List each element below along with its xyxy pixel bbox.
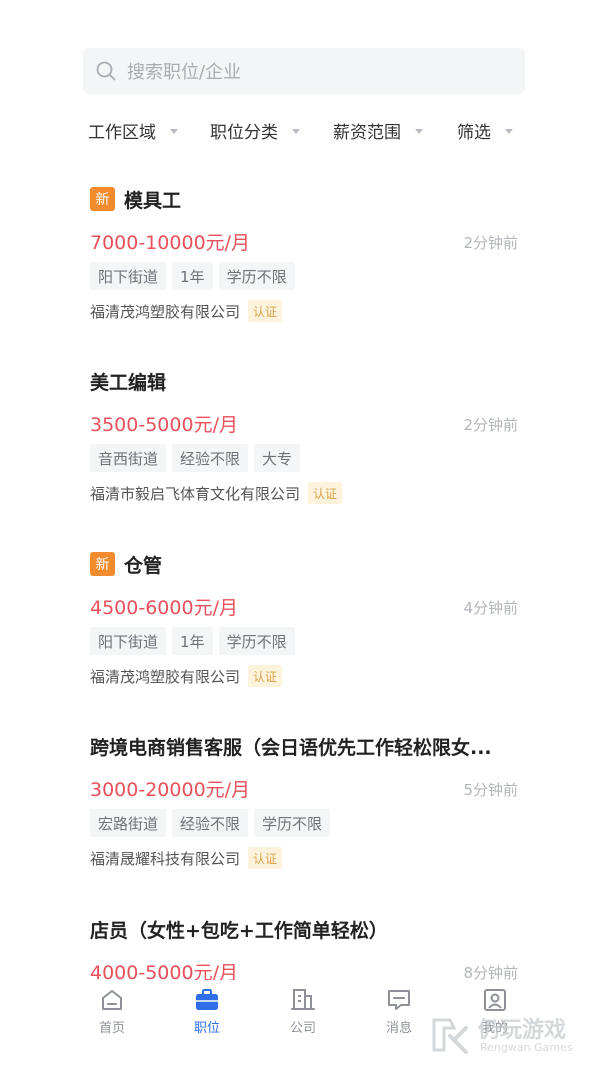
job-tag: 1年 — [172, 627, 213, 655]
job-title: 店员（女性+包吃+工作简单轻松） — [90, 919, 388, 942]
company-row: 福清茂鸿塑胶有限公司 认证 — [90, 300, 283, 322]
filter-category[interactable]: 职位分类 — [210, 118, 300, 143]
job-tag: 宏路街道 — [90, 809, 167, 837]
tab-messages[interactable]: 消息 — [369, 986, 429, 1036]
job-title-row: 新 模具工 — [90, 186, 181, 212]
job-tag: 学历不限 — [218, 262, 295, 290]
job-time: 4分钟前 — [463, 599, 518, 617]
tab-company[interactable]: 公司 — [273, 986, 333, 1036]
company-name: 福清晟耀科技有限公司 — [90, 849, 241, 868]
job-card[interactable]: 新 模具工 7000-10000元/月 2分钟前 阳下街道 1年 学历不限 福清… — [90, 186, 520, 336]
watermark-subtitle: Rengwan Games — [480, 1041, 573, 1054]
filter-label: 筛选 — [457, 123, 491, 143]
job-card[interactable]: 跨境电商销售客服（会日语优先工作轻松限女... 3000-20000元/月 5分… — [90, 733, 520, 883]
job-time: 5分钟前 — [463, 781, 518, 799]
company-name: 福清茂鸿塑胶有限公司 — [90, 667, 241, 686]
job-tag: 阳下街道 — [90, 627, 167, 655]
briefcase-icon — [196, 989, 218, 1010]
search-bar[interactable]: 搜索职位/企业 — [83, 48, 525, 94]
caret-down-icon — [415, 129, 423, 134]
job-tag: 音西街道 — [90, 444, 167, 472]
caret-down-icon — [170, 129, 178, 134]
job-salary: 3000-20000元/月 — [90, 779, 251, 801]
building-icon — [291, 989, 315, 1010]
job-title: 美工编辑 — [90, 371, 167, 394]
new-badge: 新 — [90, 187, 115, 211]
job-title: 模具工 — [124, 189, 182, 212]
tab-home[interactable]: 首页 — [82, 986, 142, 1036]
job-card[interactable]: 店员（女性+包吃+工作简单轻松） 4000-5000元/月 8分钟前 — [90, 916, 520, 985]
watermark-logo: 仍玩游戏 Rengwan Games — [430, 1010, 600, 1060]
caret-down-icon — [292, 129, 300, 134]
job-title-row: 美工编辑 — [90, 368, 166, 394]
job-title-row: 跨境电商销售客服（会日语优先工作轻松限女... — [90, 733, 492, 759]
job-tags: 宏路街道 经验不限 学历不限 — [90, 809, 336, 837]
home-icon — [102, 990, 122, 1010]
job-time: 2分钟前 — [463, 234, 518, 252]
job-tag: 经验不限 — [172, 809, 249, 837]
tab-label: 消息 — [385, 1021, 412, 1036]
job-salary: 4500-6000元/月 — [90, 597, 238, 619]
job-tag: 学历不限 — [254, 809, 331, 837]
filter-area[interactable]: 工作区域 — [88, 118, 178, 143]
job-tag: 学历不限 — [218, 627, 295, 655]
job-tag: 大专 — [254, 444, 301, 472]
tab-jobs[interactable]: 职位 — [177, 986, 237, 1036]
cert-badge: 认证 — [308, 482, 343, 504]
search-placeholder: 搜索职位/企业 — [127, 62, 242, 83]
job-card[interactable]: 新 仓管 4500-6000元/月 4分钟前 阳下街道 1年 学历不限 福清茂鸿… — [90, 551, 520, 701]
caret-down-icon — [505, 129, 513, 134]
message-icon — [388, 990, 410, 1010]
company-name: 福清茂鸿塑胶有限公司 — [90, 302, 241, 321]
cert-badge: 认证 — [248, 665, 283, 687]
cert-badge: 认证 — [248, 847, 283, 869]
filter-bar: 工作区域 职位分类 薪资范围 筛选 — [88, 118, 528, 148]
job-salary: 3500-5000元/月 — [90, 414, 238, 436]
job-card[interactable]: 美工编辑 3500-5000元/月 2分钟前 音西街道 经验不限 大专 福清市毅… — [90, 368, 520, 518]
watermark-title: 仍玩游戏 — [478, 1018, 567, 1043]
job-salary: 7000-10000元/月 — [90, 232, 251, 254]
filter-label: 职位分类 — [210, 123, 278, 143]
job-tag: 1年 — [172, 262, 213, 290]
job-tags: 阳下街道 1年 学历不限 — [90, 262, 301, 290]
tab-label: 公司 — [289, 1021, 316, 1036]
filter-label: 薪资范围 — [333, 123, 401, 143]
job-title-row: 店员（女性+包吃+工作简单轻松） — [90, 916, 388, 942]
company-row: 福清晟耀科技有限公司 认证 — [90, 847, 283, 869]
filter-salary[interactable]: 薪资范围 — [333, 118, 423, 143]
job-tags: 阳下街道 1年 学历不限 — [90, 627, 301, 655]
job-title: 跨境电商销售客服（会日语优先工作轻松限女... — [90, 736, 492, 759]
search-icon — [96, 61, 116, 81]
job-title-row: 新 仓管 — [90, 551, 162, 577]
job-tag: 经验不限 — [172, 444, 249, 472]
job-title: 仓管 — [124, 554, 163, 577]
company-name: 福清市毅启飞体育文化有限公司 — [90, 484, 301, 503]
tab-label: 首页 — [98, 1021, 125, 1036]
filter-more[interactable]: 筛选 — [457, 118, 513, 143]
new-badge: 新 — [90, 552, 115, 576]
tab-label: 职位 — [193, 1021, 220, 1036]
company-row: 福清茂鸿塑胶有限公司 认证 — [90, 665, 283, 687]
job-tag: 阳下街道 — [90, 262, 167, 290]
watermark-logo-icon — [432, 1018, 468, 1054]
job-tags: 音西街道 经验不限 大专 — [90, 444, 306, 472]
cert-badge: 认证 — [248, 300, 283, 322]
job-time: 2分钟前 — [463, 416, 518, 434]
company-row: 福清市毅启飞体育文化有限公司 认证 — [90, 482, 343, 504]
filter-label: 工作区域 — [88, 123, 156, 143]
